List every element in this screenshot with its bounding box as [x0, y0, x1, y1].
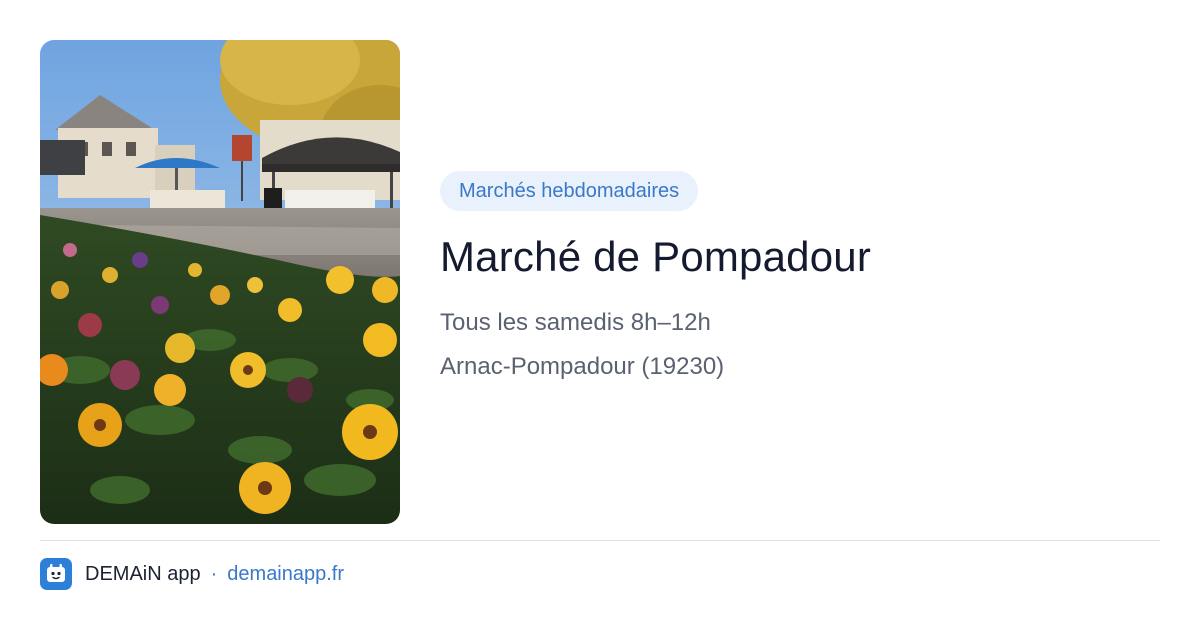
- location-text: Arnac-Pompadour (19230): [440, 353, 725, 380]
- page-title: Marché de Pompadour: [440, 233, 872, 280]
- demain-app-icon: [40, 558, 72, 590]
- market-photo: [40, 40, 400, 524]
- footer: DEMAiN app · demainapp.fr: [40, 558, 344, 590]
- category-badge[interactable]: Marchés hebdomadaires: [440, 171, 699, 211]
- footer-separator: ·: [210, 562, 218, 585]
- schedule-text: Tous les samedis 8h–12h: [440, 309, 711, 336]
- footer-divider: [40, 540, 1160, 541]
- site-link[interactable]: demainapp.fr: [227, 563, 344, 586]
- app-name: DEMAiN app: [85, 562, 201, 585]
- market-details: Marchés hebdomadaires Marché de Pompadou…: [440, 171, 1160, 383]
